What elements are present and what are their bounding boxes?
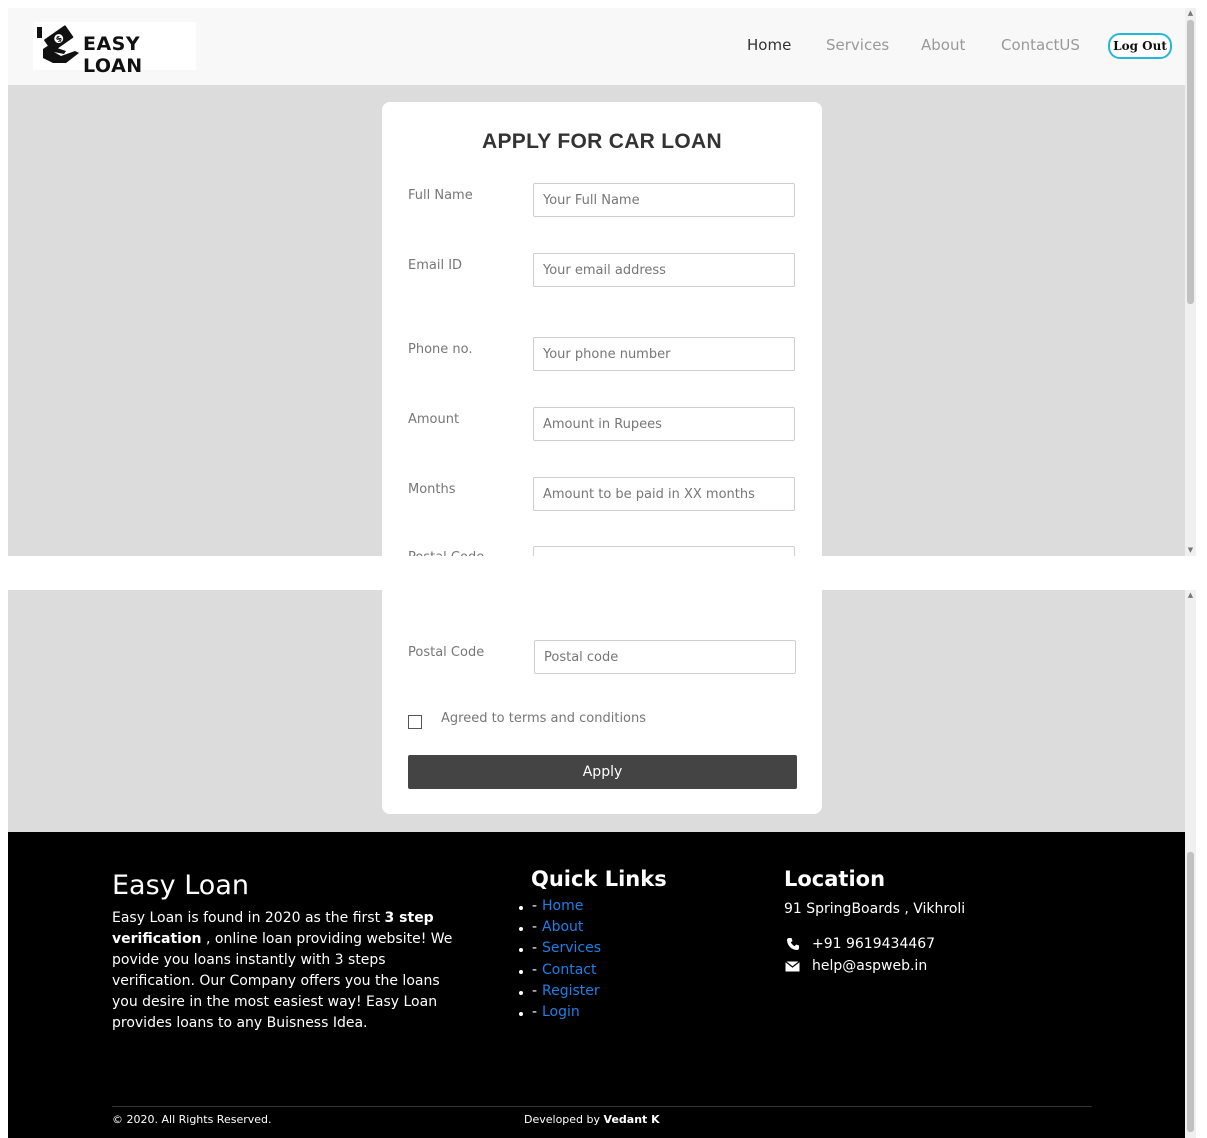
nav-home[interactable]: Home bbox=[747, 36, 791, 54]
scrollbar[interactable]: ▲ ▼ bbox=[1185, 8, 1196, 556]
bullet bbox=[519, 1011, 523, 1016]
phone-icon bbox=[787, 938, 799, 950]
bullet bbox=[519, 990, 523, 995]
nav-services[interactable]: Services bbox=[826, 36, 889, 54]
label-postal-code-scrolled: Postal Code bbox=[408, 645, 485, 660]
bullet bbox=[519, 927, 523, 932]
form-title: APPLY FOR CAR LOAN bbox=[482, 130, 722, 153]
screenshot-bottom: Postal Code Agreed to terms and conditio… bbox=[8, 590, 1196, 1138]
nav-about[interactable]: About bbox=[921, 36, 965, 54]
footer-link-services[interactable]: Services bbox=[542, 940, 601, 956]
screenshot-top: $ EASY LOAN Home Services About ContactU… bbox=[8, 8, 1196, 556]
bullet bbox=[519, 906, 523, 910]
terms-checkbox[interactable] bbox=[408, 715, 422, 729]
footer-link-register[interactable]: Register bbox=[542, 983, 600, 999]
scrollbar-thumb[interactable] bbox=[1187, 20, 1194, 304]
terms-label: Agreed to terms and conditions bbox=[441, 711, 647, 726]
bullet bbox=[519, 948, 523, 953]
full-name-input[interactable] bbox=[533, 183, 795, 217]
label-months: Months bbox=[408, 482, 456, 497]
loan-form-card-continued: Postal Code Agreed to terms and conditio… bbox=[382, 590, 822, 814]
footer-title: Easy Loan bbox=[112, 870, 249, 901]
developer-name: Vedant K bbox=[603, 1113, 660, 1126]
navbar: $ EASY LOAN Home Services About ContactU… bbox=[8, 8, 1196, 85]
label-amount: Amount bbox=[408, 412, 460, 427]
label-full-name: Full Name bbox=[408, 188, 473, 203]
label-email: Email ID bbox=[408, 258, 463, 273]
apply-button[interactable]: Apply bbox=[408, 755, 797, 789]
email-input[interactable] bbox=[533, 253, 795, 287]
footer-link-about[interactable]: About bbox=[542, 919, 583, 935]
footer-description: Easy Loan is found in 2020 as the first … bbox=[112, 908, 457, 1034]
scroll-up-arrow-icon[interactable]: ▲ bbox=[1185, 8, 1196, 18]
footer-link-home[interactable]: Home bbox=[542, 898, 583, 914]
loan-form-card: APPLY FOR CAR LOAN Full Name Email ID Ph… bbox=[382, 102, 822, 556]
logo[interactable]: $ EASY LOAN bbox=[33, 22, 196, 77]
link-dash: - bbox=[532, 1003, 538, 1020]
footer-divider bbox=[112, 1106, 1092, 1107]
footer-link-login[interactable]: Login bbox=[542, 1004, 580, 1020]
label-postal-code: Postal Code bbox=[408, 550, 484, 556]
brand-name: EASY LOAN bbox=[83, 33, 143, 77]
envelope-icon bbox=[785, 961, 800, 972]
copyright: © 2020. All Rights Reserved. bbox=[112, 1113, 272, 1126]
phone-input[interactable] bbox=[533, 337, 795, 371]
nav-contactus[interactable]: ContactUS bbox=[1001, 36, 1080, 54]
link-dash: - bbox=[532, 919, 538, 936]
money-hand-logo-icon: $ bbox=[37, 25, 79, 63]
quick-links-title: Quick Links bbox=[531, 867, 667, 891]
footer-link-contact[interactable]: Contact bbox=[542, 962, 596, 978]
email-address: help@aspweb.in bbox=[812, 958, 928, 974]
logout-button[interactable]: Log Out bbox=[1108, 33, 1172, 59]
address: 91 SpringBoards , Vikhroli bbox=[784, 901, 966, 917]
postal-code-input[interactable] bbox=[533, 546, 795, 556]
link-dash: - bbox=[532, 898, 538, 914]
scroll-down-arrow-icon[interactable]: ▼ bbox=[1185, 545, 1196, 555]
developer-credit: Developed by Vedant K bbox=[524, 1113, 660, 1126]
link-dash: - bbox=[532, 940, 538, 957]
label-phone: Phone no. bbox=[408, 342, 473, 357]
scroll-up-arrow-icon[interactable]: ▲ bbox=[1185, 590, 1196, 600]
scrollbar-thumb-bottom[interactable] bbox=[1187, 852, 1194, 1132]
link-dash: - bbox=[532, 982, 538, 999]
amount-input[interactable] bbox=[533, 407, 795, 441]
bullet bbox=[519, 969, 523, 974]
postal-code-input-scrolled[interactable] bbox=[534, 640, 796, 674]
developer-prefix: Developed by bbox=[524, 1113, 604, 1126]
footer-desc-part-1: Easy Loan is found in 2020 as the first bbox=[112, 910, 385, 926]
scrollbar-bottom[interactable]: ▲ bbox=[1185, 590, 1196, 1138]
footer: Easy Loan Easy Loan is found in 2020 as … bbox=[8, 832, 1196, 1138]
link-dash: - bbox=[532, 961, 538, 978]
months-input[interactable] bbox=[533, 477, 795, 511]
location-title: Location bbox=[784, 867, 886, 891]
phone-number: +91 9619434467 bbox=[812, 936, 936, 952]
